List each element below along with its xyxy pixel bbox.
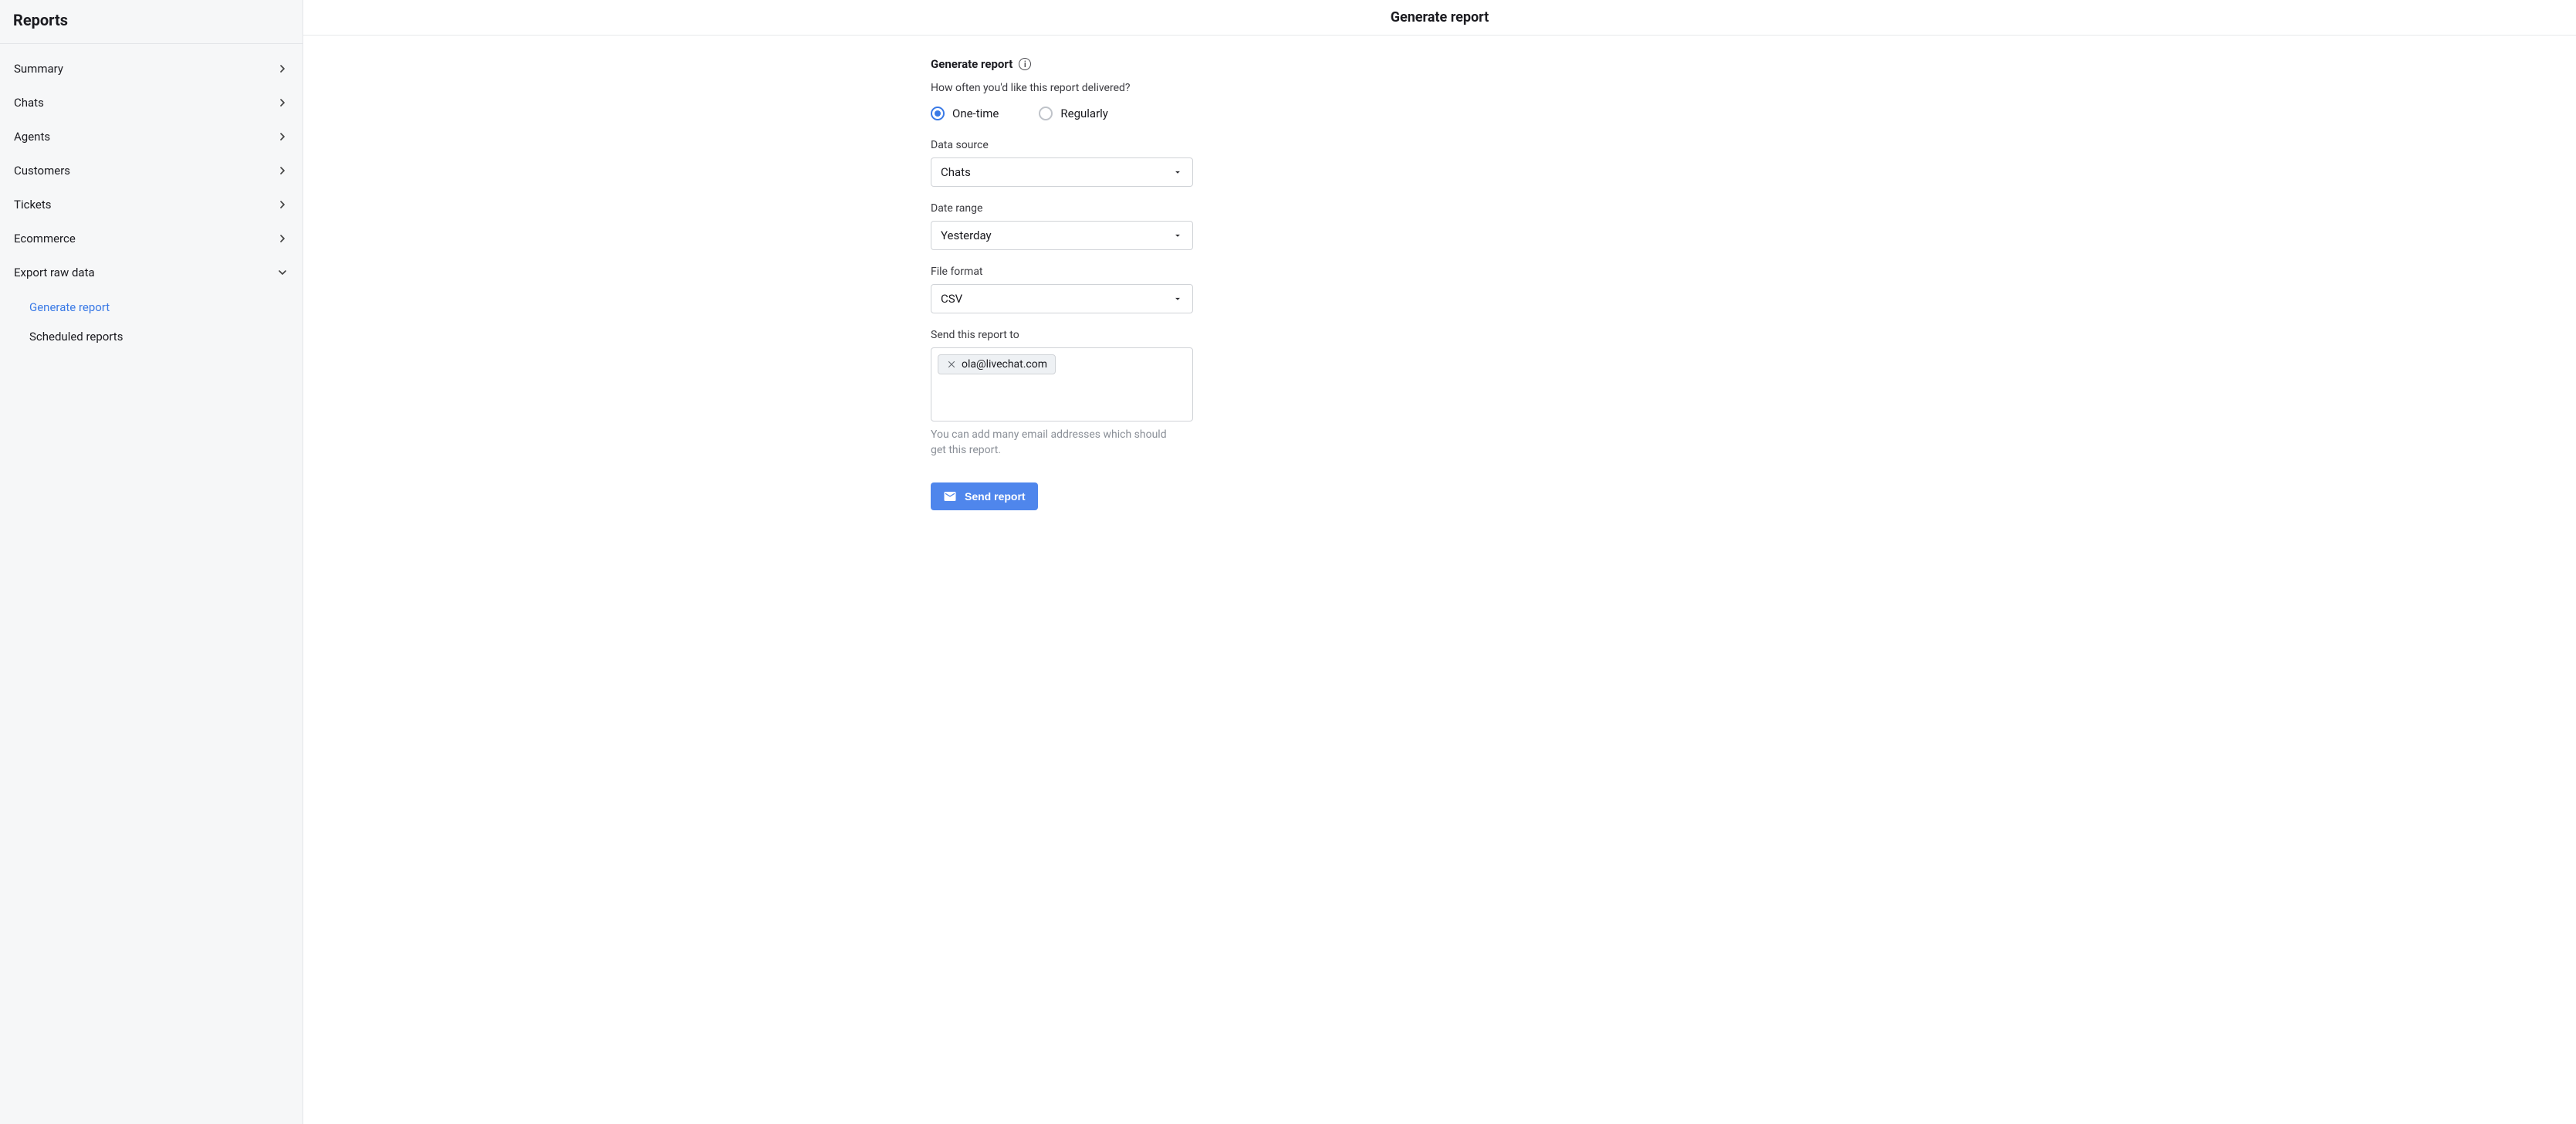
sidebar-title: Reports [0,0,303,43]
caret-down-icon [1172,167,1183,178]
sidebar-item-agents[interactable]: Agents [0,120,303,154]
field-label: Send this report to [931,329,1193,341]
radio-regularly[interactable]: Regularly [1039,107,1108,120]
sidebar-item-label: Agents [14,130,50,144]
envelope-icon [943,489,957,503]
frequency-question: How often you'd like this report deliver… [931,82,1193,94]
sidebar-item-label: Chats [14,96,44,110]
recipients-hint: You can add many email addresses which s… [931,428,1178,458]
sidebar-item-label: Ecommerce [14,232,76,245]
sidebar-item-ecommerce[interactable]: Ecommerce [0,222,303,256]
select-data-source[interactable]: Chats [931,157,1193,187]
field-label: Data source [931,139,1193,151]
page-title: Generate report [1391,9,1489,25]
sidebar-item-export-raw-data[interactable]: Export raw data [0,256,303,289]
chevron-right-icon [276,198,289,211]
sidebar-nav: Summary Chats Agents Customers [0,44,303,364]
field-recipients: Send this report to ola@livechat.com You… [931,329,1193,458]
chevron-right-icon [276,232,289,245]
field-date-range: Date range Yesterday [931,202,1193,250]
field-label: File format [931,266,1193,278]
radio-button-icon [1039,107,1053,120]
chevron-right-icon [276,96,289,109]
caret-down-icon [1172,230,1183,241]
info-icon[interactable]: i [1019,58,1031,70]
sidebar-item-label: Export raw data [14,266,95,279]
content: Generate report i How often you'd like t… [303,36,2576,1124]
section-title: Generate report [931,57,1012,71]
sidebar-item-label: Summary [14,62,63,76]
sidebar-subitem-generate-report[interactable]: Generate report [0,293,303,322]
section-header: Generate report i [931,57,1193,71]
select-value: Yesterday [941,229,992,242]
main: Generate report Generate report i How of… [303,0,2576,1124]
remove-token-icon[interactable] [946,359,957,370]
select-date-range[interactable]: Yesterday [931,221,1193,250]
radio-one-time[interactable]: One-time [931,107,999,120]
frequency-radio-group: One-time Regularly [931,107,1193,120]
sidebar-item-label: Customers [14,164,70,178]
sidebar-subnav-export: Generate report Scheduled reports [0,289,303,356]
field-data-source: Data source Chats [931,139,1193,187]
main-header: Generate report [303,0,2576,36]
chevron-right-icon [276,130,289,143]
send-report-button[interactable]: Send report [931,482,1038,510]
sidebar-item-chats[interactable]: Chats [0,86,303,120]
recipients-input[interactable]: ola@livechat.com [931,347,1193,422]
sidebar-subitem-label: Scheduled reports [29,330,123,344]
chevron-down-icon [276,266,289,279]
sidebar-item-summary[interactable]: Summary [0,52,303,86]
chevron-right-icon [276,63,289,75]
sidebar: Reports Summary Chats Agents [0,0,303,1124]
select-value: CSV [941,292,962,306]
caret-down-icon [1172,293,1183,304]
sidebar-subitem-label: Generate report [29,300,110,314]
generate-report-form: Generate report i How often you'd like t… [931,57,1193,510]
field-file-format: File format CSV [931,266,1193,313]
sidebar-item-tickets[interactable]: Tickets [0,188,303,222]
chevron-right-icon [276,164,289,177]
button-label: Send report [965,490,1026,503]
email-token: ola@livechat.com [938,354,1056,374]
email-token-label: ola@livechat.com [962,358,1047,371]
radio-button-icon [931,107,945,120]
actions: Send report [931,482,1193,510]
radio-label: Regularly [1060,107,1108,120]
radio-label: One-time [952,107,999,120]
select-file-format[interactable]: CSV [931,284,1193,313]
select-value: Chats [941,165,971,179]
sidebar-item-customers[interactable]: Customers [0,154,303,188]
field-label: Date range [931,202,1193,215]
sidebar-item-label: Tickets [14,198,52,212]
sidebar-subitem-scheduled-reports[interactable]: Scheduled reports [0,322,303,351]
